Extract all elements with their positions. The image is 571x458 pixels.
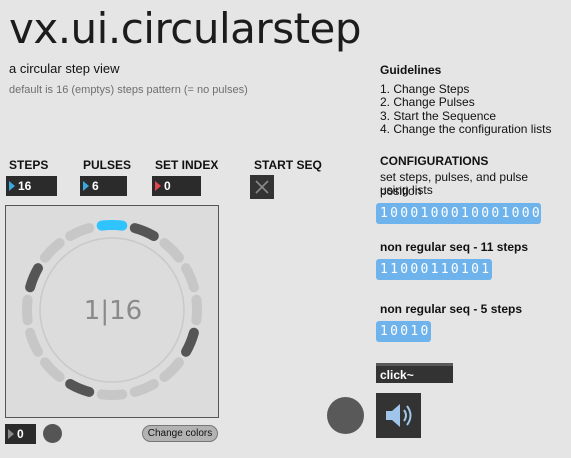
click-object[interactable]: click~ — [376, 363, 453, 383]
speaker-toggle[interactable] — [376, 393, 421, 438]
step-segment[interactable] — [159, 357, 184, 382]
step-segment[interactable] — [25, 263, 44, 293]
toggle-x-icon — [255, 180, 269, 194]
step-segment[interactable] — [96, 220, 128, 231]
set-index-value: 0 — [164, 179, 171, 193]
change-colors-button[interactable]: Change colors — [142, 425, 218, 442]
step-segment[interactable] — [25, 327, 44, 357]
step-readout: 1|16 — [83, 296, 143, 326]
set-index-label: SET INDEX — [155, 158, 219, 172]
step-segment[interactable] — [159, 238, 184, 263]
nonreg-5-label: non regular seq - 5 steps — [380, 302, 523, 316]
start-seq-toggle[interactable] — [250, 175, 274, 199]
guidelines-panel: Guidelines 1. Change Steps 2. Change Pul… — [380, 63, 552, 137]
page-title: vx.ui.circularstep — [9, 4, 362, 53]
configurations-heading: CONFIGURATIONS — [380, 154, 489, 168]
step-segment[interactable] — [40, 357, 65, 382]
guidelines-heading: Guidelines — [380, 63, 442, 77]
number-box-arrow-icon — [8, 429, 14, 439]
step-segment[interactable] — [129, 378, 159, 397]
step-segment[interactable] — [180, 327, 199, 357]
step-segment[interactable] — [65, 378, 95, 397]
step-segment[interactable] — [65, 223, 95, 242]
number-box-arrow-icon — [155, 181, 161, 191]
number-box-arrow-icon — [9, 181, 15, 191]
step-number-value: 0 — [17, 427, 24, 441]
pulses-number-box[interactable]: 6 — [80, 176, 127, 196]
page-subtitle: a circular step view — [9, 61, 120, 76]
small-bang-button[interactable] — [43, 424, 62, 443]
steps-number-box[interactable]: 16 — [6, 176, 57, 196]
guideline-item: 3. Start the Sequence — [380, 108, 497, 123]
guideline-item: 1. Change Steps — [380, 81, 470, 96]
step-segment[interactable] — [96, 389, 128, 400]
guideline-item: 4. Change the configuration lists — [380, 122, 552, 136]
step-segment[interactable] — [180, 263, 199, 293]
step-segment[interactable] — [129, 223, 159, 242]
guideline-item: 2. Change Pulses — [380, 95, 475, 109]
circular-step-view[interactable]: 1|16 — [5, 205, 219, 418]
steps-label: STEPS — [9, 158, 49, 172]
list-message-11[interactable]: 11000110101 — [376, 259, 492, 280]
configurations-description-2: using lists — [380, 183, 433, 197]
bang-button[interactable] — [327, 397, 364, 434]
list-message-16[interactable]: 1000100010001000 — [376, 203, 541, 224]
pulses-value: 6 — [92, 179, 99, 193]
steps-value: 16 — [18, 179, 32, 193]
number-box-arrow-icon — [83, 181, 89, 191]
start-seq-label: START SEQ — [254, 158, 322, 172]
list-message-5[interactable]: 10010 — [376, 321, 431, 342]
step-number-box[interactable]: 0 — [5, 424, 36, 444]
pulses-label: PULSES — [83, 158, 132, 172]
speaker-icon — [386, 404, 412, 427]
nonreg-11-label: non regular seq - 11 steps — [380, 240, 529, 254]
step-segment[interactable] — [40, 238, 65, 263]
set-index-number-box[interactable]: 0 — [152, 176, 201, 196]
default-note: default is 16 (emptys) steps pattern (= … — [9, 84, 248, 96]
